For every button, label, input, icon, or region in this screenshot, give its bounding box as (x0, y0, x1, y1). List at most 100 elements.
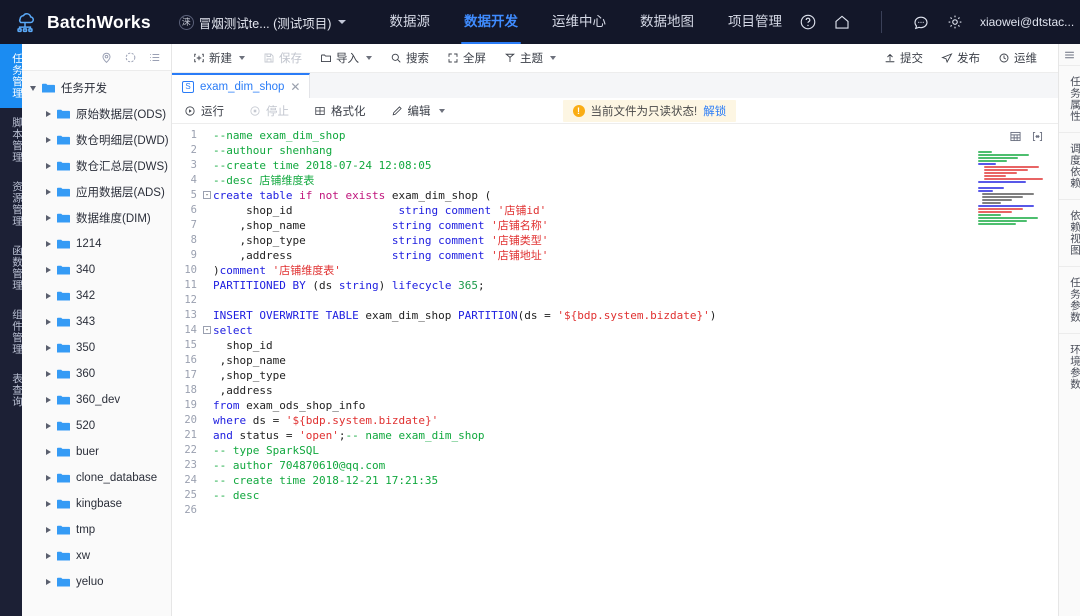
rail-item-function-management[interactable]: 函数管理 (0, 236, 22, 300)
fullscreen-button[interactable]: 全屏 (438, 44, 495, 73)
run-button[interactable]: 运行 (184, 103, 235, 119)
code-editor[interactable]: 1--name exam_dim_shop2--authour shenhang… (172, 124, 1058, 616)
edit-button[interactable]: 编辑 (391, 103, 456, 119)
tree-node[interactable]: 1214 (22, 231, 171, 257)
right-rail-item-schedule-dependency[interactable]: 调度依赖 (1059, 132, 1080, 199)
right-rail-item-task-properties[interactable]: 任务属性 (1059, 65, 1080, 132)
tree-node[interactable]: 343 (22, 309, 171, 335)
tree-node[interactable]: xw (22, 543, 171, 569)
nav-item-ops-center[interactable]: 运维中心 (535, 0, 623, 44)
project-selector[interactable]: 涞 冒烟测试te... (测试项目) (179, 13, 347, 32)
tree-node[interactable]: yeluo (22, 569, 171, 595)
format-button[interactable]: 格式化 (314, 103, 377, 119)
fold-toggle-icon[interactable]: - (203, 191, 211, 199)
right-rail-item-task-parameters[interactable]: 任务参数 (1059, 266, 1080, 333)
tree-node[interactable]: 应用数据层(ADS) (22, 179, 171, 205)
code-line[interactable]: 3--create time 2018-07-24 12:08:05 (172, 158, 1058, 173)
code-line[interactable]: 10)comment '店铺维度表' (172, 263, 1058, 278)
close-icon[interactable]: ✕ (290, 81, 300, 93)
tree-node-label: buer (76, 446, 99, 458)
tree-node[interactable]: 350 (22, 335, 171, 361)
tree-node[interactable]: 数仓明细层(DWD) (22, 127, 171, 153)
fold-toggle-icon[interactable]: - (203, 326, 211, 334)
tree-node[interactable]: 原始数据层(ODS) (22, 101, 171, 127)
code-line[interactable]: 22-- type SparkSQL (172, 443, 1058, 458)
editor-top-icons (1009, 130, 1044, 143)
code-line[interactable]: 16 ,shop_name (172, 353, 1058, 368)
tree-node[interactable]: buer (22, 439, 171, 465)
code-line[interactable]: 7 ,shop_name string comment '店铺名称' (172, 218, 1058, 233)
code-line[interactable]: 12 (172, 293, 1058, 308)
code-line[interactable]: 15 shop_id (172, 338, 1058, 353)
code-line[interactable]: 19from exam_ods_shop_info (172, 398, 1058, 413)
right-rail-item-dependency-view[interactable]: 依赖视图 (1059, 199, 1080, 266)
message-icon[interactable] (912, 13, 930, 31)
code-line[interactable]: 24-- create time 2018-12-21 17:21:35 (172, 473, 1058, 488)
home-icon[interactable] (833, 13, 851, 31)
collapse-icon[interactable] (1031, 130, 1044, 143)
list-menu-icon[interactable] (1063, 44, 1076, 65)
stop-button-label: 停止 (266, 103, 289, 119)
code-line[interactable]: 14-select (172, 323, 1058, 338)
gear-icon[interactable] (946, 13, 964, 31)
code-line[interactable]: 9 ,address string comment '店铺地址' (172, 248, 1058, 263)
nav-item-data-development[interactable]: 数据开发 (447, 0, 535, 44)
code-line[interactable]: 20where ds = '${bdp.system.bizdate}' (172, 413, 1058, 428)
rail-item-script-management[interactable]: 脚本管理 (0, 108, 22, 172)
nav-item-datasource[interactable]: 数据源 (372, 0, 447, 44)
code-line[interactable]: 8 ,shop_type string comment '店铺类型' (172, 233, 1058, 248)
search-button[interactable]: 搜索 (381, 44, 438, 73)
brand-logo[interactable]: BatchWorks (12, 9, 151, 35)
rail-item-task-management[interactable]: 任务管理 (0, 44, 22, 108)
table-grid-icon[interactable] (1009, 130, 1022, 143)
tree-node[interactable]: clone_database (22, 465, 171, 491)
code-line[interactable]: 6 shop_id string comment '店铺id' (172, 203, 1058, 218)
tree-node[interactable]: 520 (22, 413, 171, 439)
tree-node[interactable]: kingbase (22, 491, 171, 517)
code-line[interactable]: 18 ,address (172, 383, 1058, 398)
tree-root-node[interactable]: 任务开发 (22, 75, 171, 101)
code-line[interactable]: 5-create table if not exists exam_dim_sh… (172, 188, 1058, 203)
code-line[interactable]: 4--desc 店铺维度表 (172, 173, 1058, 188)
code-line[interactable]: 11PARTITIONED BY (ds string) lifecycle 3… (172, 278, 1058, 293)
code-line[interactable]: 1--name exam_dim_shop (172, 128, 1058, 143)
tree-node[interactable]: 342 (22, 283, 171, 309)
tree-node[interactable]: tmp (22, 517, 171, 543)
editor-toolbar: 新建 保存 导入 搜索 (172, 44, 1058, 73)
tree-node[interactable]: 340 (22, 257, 171, 283)
nav-item-data-map[interactable]: 数据地图 (623, 0, 711, 44)
theme-button[interactable]: 主题 (495, 44, 565, 73)
code-line[interactable]: 17 ,shop_type (172, 368, 1058, 383)
ops-button[interactable]: 运维 (989, 44, 1046, 73)
rail-item-component-management[interactable]: 组件管理 (0, 300, 22, 364)
tab-exam-dim-shop[interactable]: S exam_dim_shop ✕ (172, 73, 310, 98)
code-line[interactable]: 26 (172, 503, 1058, 518)
minimap-row (982, 196, 1023, 198)
chevron-right-icon (46, 371, 51, 377)
code-line[interactable]: 13INSERT OVERWRITE TABLE exam_dim_shop P… (172, 308, 1058, 323)
locate-icon[interactable] (100, 51, 113, 64)
tree-node[interactable]: 360 (22, 361, 171, 387)
new-button[interactable]: 新建 (184, 44, 254, 73)
tree-node[interactable]: 数据维度(DIM) (22, 205, 171, 231)
rail-item-resource-management[interactable]: 资源管理 (0, 172, 22, 236)
stop-icon (249, 105, 261, 117)
unlock-link[interactable]: 解锁 (703, 103, 726, 119)
import-button[interactable]: 导入 (311, 44, 381, 73)
right-rail-item-env-parameters[interactable]: 环境参数 (1059, 333, 1080, 400)
tree-node[interactable]: 360_dev (22, 387, 171, 413)
code-line[interactable]: 2--authour shenhang (172, 143, 1058, 158)
list-icon[interactable] (148, 51, 161, 64)
code-line[interactable]: 23-- author 704870610@qq.com (172, 458, 1058, 473)
submit-button[interactable]: 提交 (875, 44, 932, 73)
nav-item-project-management[interactable]: 项目管理 (711, 0, 799, 44)
help-circle-icon[interactable] (799, 13, 817, 31)
code-line[interactable]: 25-- desc (172, 488, 1058, 503)
publish-button[interactable]: 发布 (932, 44, 989, 73)
refresh-icon[interactable] (124, 51, 137, 64)
tree-node[interactable]: 数仓汇总层(DWS) (22, 153, 171, 179)
user-account[interactable]: xiaowei@dtstac... (980, 15, 1074, 29)
rail-item-table-query[interactable]: 表查询 (0, 364, 22, 417)
editor-minimap[interactable] (978, 151, 1044, 193)
code-line[interactable]: 21and status = 'open';-- name exam_dim_s… (172, 428, 1058, 443)
